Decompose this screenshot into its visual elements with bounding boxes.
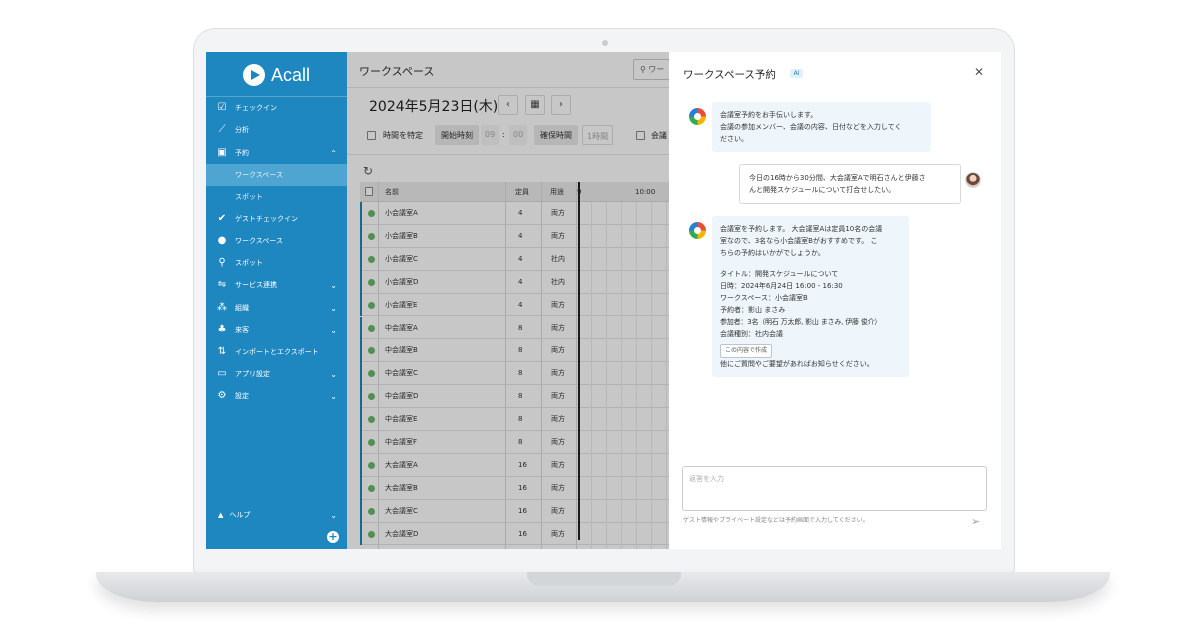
chevron-down-icon: ⌄: [330, 303, 337, 313]
checkbox-icon: ☑: [217, 102, 227, 113]
message-line: んと開発スケジュールについて打合せしたい。: [749, 186, 896, 194]
link-icon: ⇋: [217, 279, 227, 290]
sidebar-item-label: ワークスペース: [235, 237, 283, 245]
sidebar: Acall ☑ チェックイン ⟋ 分析 ▣ 予約 ⌃ ワークスペース スポット …: [206, 52, 347, 549]
message-line: 会議の参加メンバー、会議の内容、日付などを入力してく: [720, 123, 902, 131]
sidebar-item-spot[interactable]: ⚲ スポット: [206, 252, 347, 274]
chat-title: ワークスペース予約: [683, 69, 776, 81]
send-icon[interactable]: ➢: [971, 515, 980, 528]
detail-organizer: 予約者：影山 まさみ: [720, 306, 786, 314]
visitor-icon: ♣: [217, 324, 227, 335]
sidebar-item-import-export[interactable]: ⇅ インポートとエクスポート: [206, 341, 347, 363]
ai-badge: AI: [790, 69, 803, 78]
calendar-icon: ▣: [217, 147, 227, 158]
caret-up-icon: ▲: [218, 511, 224, 519]
sidebar-item-checkin[interactable]: ☑ チェックイン: [206, 97, 347, 119]
sidebar-subitem-spot[interactable]: スポット: [206, 186, 347, 208]
logo-text: Acall: [271, 64, 311, 85]
chart-icon: ⟋: [218, 124, 226, 135]
sidebar-item-label: ゲストチェックイン: [235, 215, 298, 223]
sidebar-item-analytics[interactable]: ⟋ 分析: [206, 119, 347, 141]
sidebar-item-label: インポートとエクスポート: [235, 348, 319, 356]
tablet-icon: ▭: [217, 368, 227, 379]
gear-icon: ⚙: [217, 390, 227, 401]
sidebar-item-label: ヘルプ: [229, 511, 251, 519]
message-line: ちらの予約はいかがでしょうか。: [720, 249, 825, 257]
input-hint: ゲスト情報やプライベート設定などは予約画面で入力してください。: [683, 517, 869, 524]
reservation-details: タイトル：開発スケジュールについて 日時：2024年6月24日 16:00 - …: [720, 268, 901, 340]
sidebar-item-label: スポット: [235, 259, 263, 267]
detail-meeting-type: 会議種別：社内会議: [720, 330, 783, 338]
sidebar-item-organization[interactable]: ⁂ 組織 ⌄: [206, 297, 347, 319]
check-icon: ✔: [217, 213, 227, 224]
spot-icon: ⚲: [218, 257, 226, 268]
sidebar-item-label: 組織: [235, 304, 249, 312]
create-reservation-button[interactable]: この内容で作成: [720, 344, 773, 358]
sidebar-item-help[interactable]: ▲ ヘルプ ⌄: [206, 505, 347, 525]
sidebar-item-guest-checkin[interactable]: ✔ ゲストチェックイン: [206, 208, 347, 230]
sidebar-item-label: サービス連携: [235, 281, 277, 289]
message-line: 室なので、3名なら小会議室Bがおすすめです。 こ: [720, 237, 878, 245]
laptop-notch: [527, 572, 681, 586]
message-line: 会議室を予約します。 大会議室Aは定員10名の会議: [720, 225, 883, 233]
sidebar-item-workspace[interactable]: ● ワークスペース: [206, 230, 347, 252]
detail-participants: 参加者：3名（明石 万太郎, 影山 まさみ, 伊藤 俊介）: [720, 318, 882, 326]
bot-avatar-icon: [689, 222, 706, 239]
user-message: 今日の16時から30分間、大会議室Aで明石さんと伊藤さ んと開発スケジュールにつ…: [739, 164, 961, 204]
add-button[interactable]: +: [327, 531, 339, 543]
chevron-down-icon: ⌄: [330, 280, 337, 290]
app-screen: Acall ☑ チェックイン ⟋ 分析 ▣ 予約 ⌃ ワークスペース スポット …: [206, 52, 1001, 549]
user-avatar: [965, 172, 981, 188]
bot-message: 会議室予約をお手伝いします。 会議の参加メンバー、会議の内容、日付などを入力して…: [712, 102, 931, 152]
chevron-down-icon: ⌄: [330, 391, 337, 401]
detail-title: タイトル：開発スケジュールについて: [720, 270, 839, 278]
bot-avatar-icon: [689, 108, 706, 125]
close-button[interactable]: ✕: [974, 65, 984, 79]
location-icon: ●: [217, 235, 227, 246]
chevron-up-icon: ⌃: [330, 148, 337, 158]
message-line: 今日の16時から30分間、大会議室Aで明石さんと伊藤さ: [749, 174, 926, 182]
logo[interactable]: Acall: [243, 62, 310, 88]
detail-workspace: ワークスペース：小会議室B: [720, 294, 808, 302]
import-export-icon: ⇅: [217, 346, 227, 357]
detail-datetime: 日時：2024年6月24日 16:00 - 16:30: [720, 282, 843, 290]
sidebar-item-label: 来客: [235, 326, 249, 334]
bot-message: 会議室を予約します。 大会議室Aは定員10名の会議 室なので、3名なら小会議室B…: [712, 216, 909, 377]
sidebar-item-label: 分析: [235, 126, 249, 134]
ai-chat-panel: ワークスペース予約 AI ✕ 会議室予約をお手伝いします。 会議の参加メンバー、…: [669, 52, 1001, 549]
sidebar-item-label: 予約: [235, 149, 249, 157]
sidebar-item-visitors[interactable]: ♣ 来客 ⌄: [206, 319, 347, 341]
logo-mark-icon: [243, 64, 265, 86]
reply-input[interactable]: 返答を入力: [682, 466, 987, 511]
chevron-down-icon: ⌄: [330, 325, 337, 335]
camera-dot: [602, 40, 608, 46]
sidebar-item-label: アプリ設定: [235, 370, 270, 378]
chevron-down-icon: ⌄: [330, 369, 337, 379]
message-line: 会議室予約をお手伝いします。: [720, 111, 818, 119]
sidebar-item-reservation[interactable]: ▣ 予約 ⌃: [206, 142, 347, 164]
sidebar-item-settings[interactable]: ⚙ 設定 ⌄: [206, 385, 347, 407]
modal-overlay[interactable]: [347, 52, 669, 549]
sidebar-item-label: 設定: [235, 392, 249, 400]
sidebar-item-label: チェックイン: [235, 104, 277, 112]
organization-icon: ⁂: [217, 302, 227, 313]
chevron-down-icon: ⌄: [330, 510, 337, 520]
message-line: ださい。: [720, 135, 748, 143]
message-line: 他にご質問やご要望があればお知らせください。: [720, 360, 874, 368]
sidebar-item-integrations[interactable]: ⇋ サービス連携 ⌄: [206, 274, 347, 296]
sidebar-item-app-settings[interactable]: ▭ アプリ設定 ⌄: [206, 363, 347, 385]
sidebar-subitem-workspace[interactable]: ワークスペース: [206, 164, 347, 186]
